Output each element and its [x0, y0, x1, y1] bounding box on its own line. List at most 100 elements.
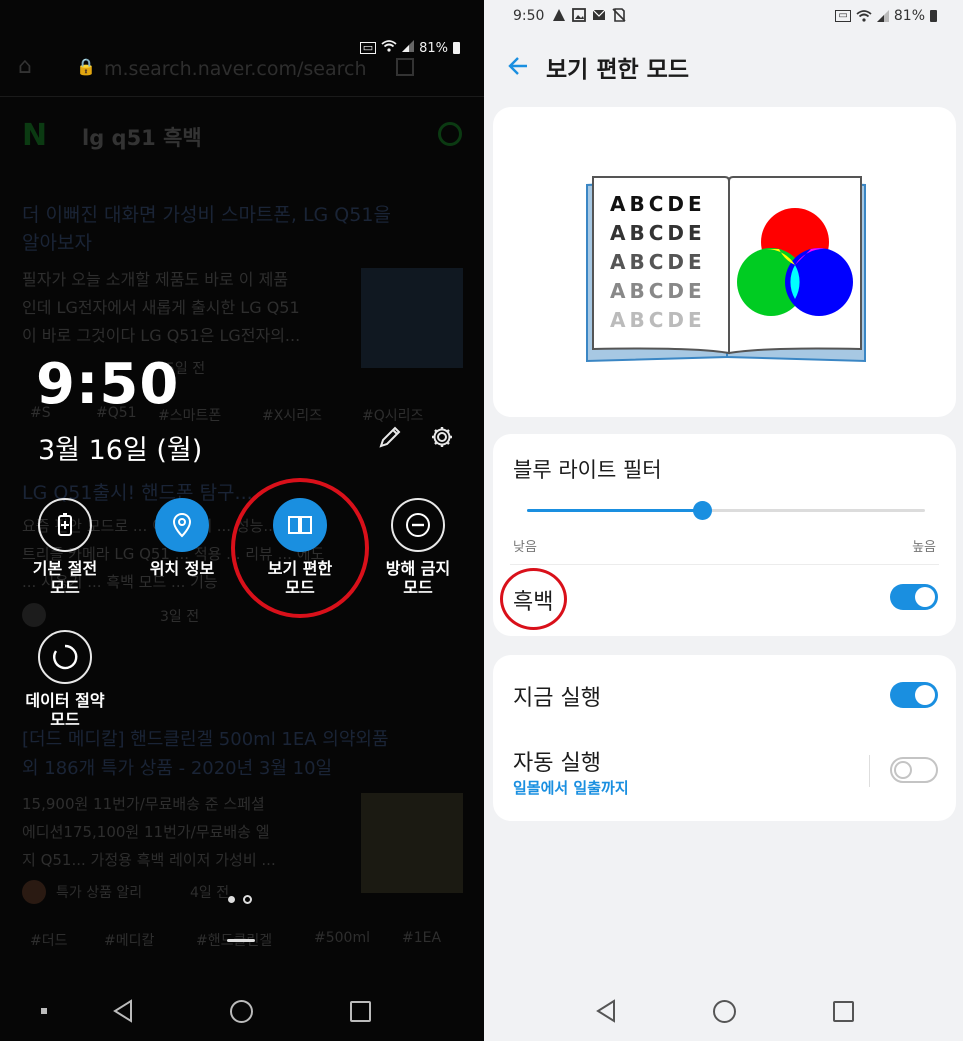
- result-tag: #X시리즈: [262, 408, 322, 424]
- result-snippet: 이 바로 그것이다 LG Q51은 LG전자의...: [22, 326, 301, 345]
- search-query-text: lg q51 흑백: [82, 126, 202, 150]
- page-indicator: [228, 895, 252, 904]
- result-snippet: 인데 LG전자에서 새롭게 출시한 LG Q51: [22, 298, 300, 317]
- blue-light-title: 블루 라이트 필터: [513, 458, 662, 482]
- recents-button[interactable]: [833, 1001, 854, 1022]
- result-meta: 특가 상품 알리: [56, 885, 143, 901]
- result-title: 알아보자: [22, 232, 92, 254]
- tile-label: 방해 금지 모드: [385, 559, 451, 597]
- battery-icon: [453, 42, 460, 54]
- divider: [510, 564, 939, 565]
- home-button[interactable]: [230, 1000, 253, 1023]
- tile-location[interactable]: 위치 정보: [122, 498, 242, 578]
- status-bar: 9:50 ▭ 81%: [484, 0, 963, 32]
- edit-icon[interactable]: [377, 424, 403, 454]
- image-icon: [572, 8, 586, 22]
- search-icon: [438, 122, 462, 146]
- url-bar-text: m.search.naver.com/search: [104, 58, 367, 80]
- low-label: 낮음: [513, 540, 537, 555]
- result-tag: #500ml: [314, 930, 370, 946]
- auto-run-toggle[interactable]: [890, 757, 938, 783]
- run-now-label: 지금 실행: [513, 686, 601, 711]
- result-snippet: 15,900원 11번가/무료배송 준 스페셜: [22, 795, 265, 813]
- book-illustration: ABCDE ABCDE ABCDE ABCDE ABCDE: [586, 176, 866, 363]
- signal-icon: [402, 40, 415, 56]
- signal-icon: [876, 10, 889, 22]
- slider-thumb[interactable]: [693, 501, 713, 520]
- notification-icons: [552, 8, 626, 22]
- naver-logo: N: [22, 118, 48, 153]
- tabs-icon: [396, 58, 414, 76]
- home-icon: ⌂: [18, 54, 32, 79]
- comfort-view-settings-screen: 9:50 ▭ 81% 보기 편한 모드 ABCDE ABCDE ABCDE AB…: [484, 0, 963, 1041]
- status-bar: ▭ 81%: [359, 40, 460, 56]
- result-thumbnail: [361, 268, 463, 368]
- battery-icon: [930, 10, 937, 22]
- back-button[interactable]: [112, 999, 134, 1027]
- result-thumbnail: [361, 793, 463, 893]
- highlight-circle: [231, 478, 369, 618]
- status-right: ▭ 81%: [835, 8, 937, 24]
- recent-dot-icon: [41, 1008, 47, 1014]
- illustration-text: ABCDE: [610, 250, 706, 274]
- highlight-circle: [500, 568, 567, 630]
- high-label: 높음: [912, 540, 936, 555]
- result-snippet: 지 Q51... 가정용 흑백 레이저 가성비 ...: [22, 851, 276, 869]
- tile-label: 기본 절전 모드: [32, 559, 98, 597]
- recents-button[interactable]: [350, 1001, 371, 1022]
- location-icon: [155, 498, 209, 552]
- result-meta: 4일 전: [190, 885, 230, 901]
- gear-icon[interactable]: [429, 424, 455, 454]
- result-meta: 3일 전: [160, 609, 200, 625]
- illustration-text: ABCDE: [610, 221, 706, 245]
- tile-data-saver[interactable]: 데이터 절약 모드: [5, 630, 125, 729]
- minus-circle-icon: [391, 498, 445, 552]
- result-snippet: 필자가 오늘 소개할 제품도 바로 이 제품: [22, 270, 289, 289]
- grayscale-toggle[interactable]: [890, 584, 938, 610]
- back-button[interactable]: [595, 999, 617, 1027]
- date: 3월 16일 (월): [38, 435, 203, 466]
- navigation-bar: [484, 990, 963, 1030]
- result-tag: #메디칼: [104, 933, 155, 949]
- author-avatar: [22, 603, 46, 627]
- tile-label: 데이터 절약 모드: [25, 691, 105, 729]
- auto-run-label[interactable]: 자동 실행: [513, 745, 601, 777]
- page-title: 보기 편한 모드: [546, 57, 689, 83]
- clock: 9:50: [36, 352, 180, 417]
- divider-line: [0, 96, 484, 97]
- no-sim-icon: [612, 8, 626, 22]
- tile-label: 위치 정보: [149, 559, 215, 578]
- app-bar: 보기 편한 모드: [484, 40, 963, 96]
- battery-saver-icon: [38, 498, 92, 552]
- home-button[interactable]: [713, 1000, 736, 1023]
- drag-handle[interactable]: [227, 939, 255, 942]
- run-now-toggle[interactable]: [890, 682, 938, 708]
- quick-settings-screen: ⌂ 🔒 m.search.naver.com/search N lg q51 흑…: [0, 0, 484, 1041]
- result-title: 더 이뻐진 대화면 가성비 스마트폰, LG Q51을: [22, 204, 391, 226]
- wifi-icon: [381, 40, 397, 56]
- author-avatar: [22, 880, 46, 904]
- result-snippet: 에디션175,100원 11번가/무료배송 엘: [22, 823, 270, 841]
- status-time: 9:50: [513, 8, 545, 24]
- lock-icon: 🔒: [76, 57, 96, 76]
- result-tag: #Q시리즈: [362, 408, 424, 424]
- tile-do-not-disturb[interactable]: 방해 금지 모드: [358, 498, 478, 597]
- auto-run-sublabel: 일몰에서 일출까지: [513, 779, 629, 797]
- tile-power-saving[interactable]: 기본 절전 모드: [5, 498, 125, 597]
- illustration-text: ABCDE: [610, 279, 706, 303]
- slider-fill: [527, 509, 703, 512]
- wifi-icon: [856, 10, 872, 22]
- result-title: 외 186개 특가 상품 - 2020년 3월 10일: [22, 758, 333, 779]
- battery-percent: 81%: [419, 40, 448, 56]
- back-arrow-icon[interactable]: [506, 54, 530, 82]
- illustration-card: ABCDE ABCDE ABCDE ABCDE ABCDE: [493, 107, 956, 417]
- illustration-text: ABCDE: [610, 308, 706, 332]
- battery-percent: 81%: [893, 8, 925, 24]
- warning-icon: [553, 9, 565, 21]
- illustration-text: ABCDE: [610, 192, 706, 216]
- blue-light-slider[interactable]: [527, 501, 925, 520]
- result-tag: #1EA: [402, 930, 442, 946]
- run-card: 지금 실행 자동 실행 일몰에서 일출까지: [493, 655, 956, 821]
- page-dot: [243, 895, 252, 904]
- navigation-bar: [0, 990, 484, 1030]
